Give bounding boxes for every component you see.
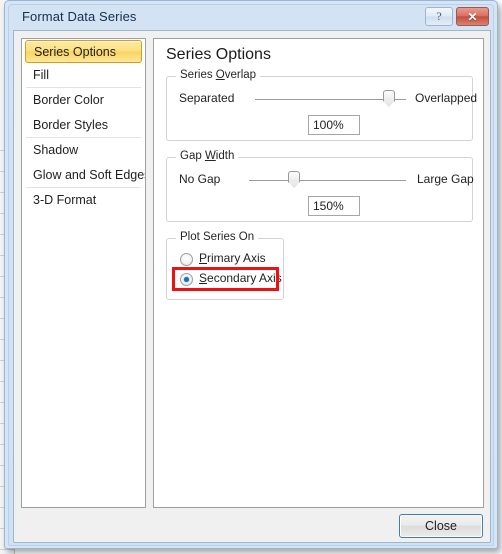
sidebar-item-label: Shadow xyxy=(33,143,79,157)
plot-series-on-group: Plot Series On Primary Axis Secondary Ax… xyxy=(166,231,284,300)
category-list[interactable]: Series Options Fill Border Color Border Sty… xyxy=(21,38,146,508)
question-mark-icon: ? xyxy=(436,9,442,23)
page-title: Series Options xyxy=(166,46,271,63)
series-overlap-max-label: Overlapped xyxy=(415,91,478,105)
series-overlap-slider-thumb[interactable] xyxy=(382,90,395,107)
gap-width-slider[interactable] xyxy=(249,170,406,192)
sidebar-item-series-options[interactable]: Series Options xyxy=(25,40,142,63)
sidebar-item-label: Fill xyxy=(33,68,49,82)
gap-width-slider-row: No Gap Large Gap xyxy=(167,170,474,192)
series-overlap-min-label: Separated xyxy=(179,91,235,105)
series-overlap-slider[interactable] xyxy=(255,89,406,111)
sidebar-item-label: Series Options xyxy=(34,45,116,59)
close-icon: ✕ xyxy=(467,9,478,24)
sidebar-item-shadow[interactable]: Shadow xyxy=(22,138,145,163)
gap-width-max-label: Large Gap xyxy=(417,172,474,186)
series-overlap-group-label: Series Overlap xyxy=(176,69,261,81)
close-button[interactable]: Close xyxy=(399,514,483,538)
sidebar-item-fill[interactable]: Fill xyxy=(22,63,145,88)
sidebar-item-border-styles[interactable]: Border Styles xyxy=(22,113,145,138)
gap-width-group-label: Gap Width xyxy=(176,150,239,162)
series-overlap-slider-row: Separated Overlapped xyxy=(167,89,477,111)
sidebar-item-border-color[interactable]: Border Color xyxy=(22,88,145,113)
series-overlap-group: Series Overlap Separated Overlapped 100% xyxy=(166,69,477,141)
sidebar-item-label: Border Color xyxy=(33,93,104,107)
worksheet-row-line xyxy=(0,549,14,550)
titlebar-close-button[interactable]: ✕ xyxy=(456,7,489,26)
sidebar-item-label: 3-D Format xyxy=(33,193,97,207)
series-overlap-value-input[interactable]: 100% xyxy=(308,115,360,135)
plot-series-on-group-label: Plot Series On xyxy=(176,231,259,243)
dialog-frame: Format Data Series ? ✕ Series Options Fil… xyxy=(8,4,494,546)
gap-width-value-input[interactable]: 150% xyxy=(308,196,360,216)
dialog-title: Format Data Series xyxy=(22,9,137,24)
gap-width-group: Gap Width No Gap Large Gap 150% xyxy=(166,150,474,222)
format-data-series-dialog: Format Data Series ? ✕ Series Options Fil… xyxy=(4,0,498,549)
sidebar-item-label: Border Styles xyxy=(33,118,109,132)
sidebar-item-label: Glow and Soft Edges xyxy=(33,168,146,182)
help-button[interactable]: ? xyxy=(425,7,453,26)
gap-width-slider-thumb[interactable] xyxy=(288,171,301,188)
radio-secondary-axis[interactable]: Secondary Axis xyxy=(180,271,290,289)
radio-secondary-axis-mark xyxy=(180,273,193,286)
gap-width-slider-track xyxy=(249,180,406,181)
sidebar-item-3-d-format[interactable]: 3-D Format xyxy=(22,188,145,213)
title-bar: Format Data Series ? ✕ xyxy=(9,5,495,30)
series-options-panel: Series Options Series Overlap Separated xyxy=(153,38,484,508)
radio-primary-axis-mark xyxy=(180,253,193,266)
gap-width-min-label: No Gap xyxy=(179,172,221,186)
sidebar-item-glow-and-soft-edges[interactable]: Glow and Soft Edges xyxy=(22,163,145,188)
radio-primary-axis-label: Primary Axis xyxy=(199,251,266,265)
radio-secondary-axis-label: Secondary Axis xyxy=(199,271,282,285)
dialog-body: Series Options Fill Border Color Border Sty… xyxy=(13,30,491,543)
radio-primary-axis[interactable]: Primary Axis xyxy=(180,251,280,269)
